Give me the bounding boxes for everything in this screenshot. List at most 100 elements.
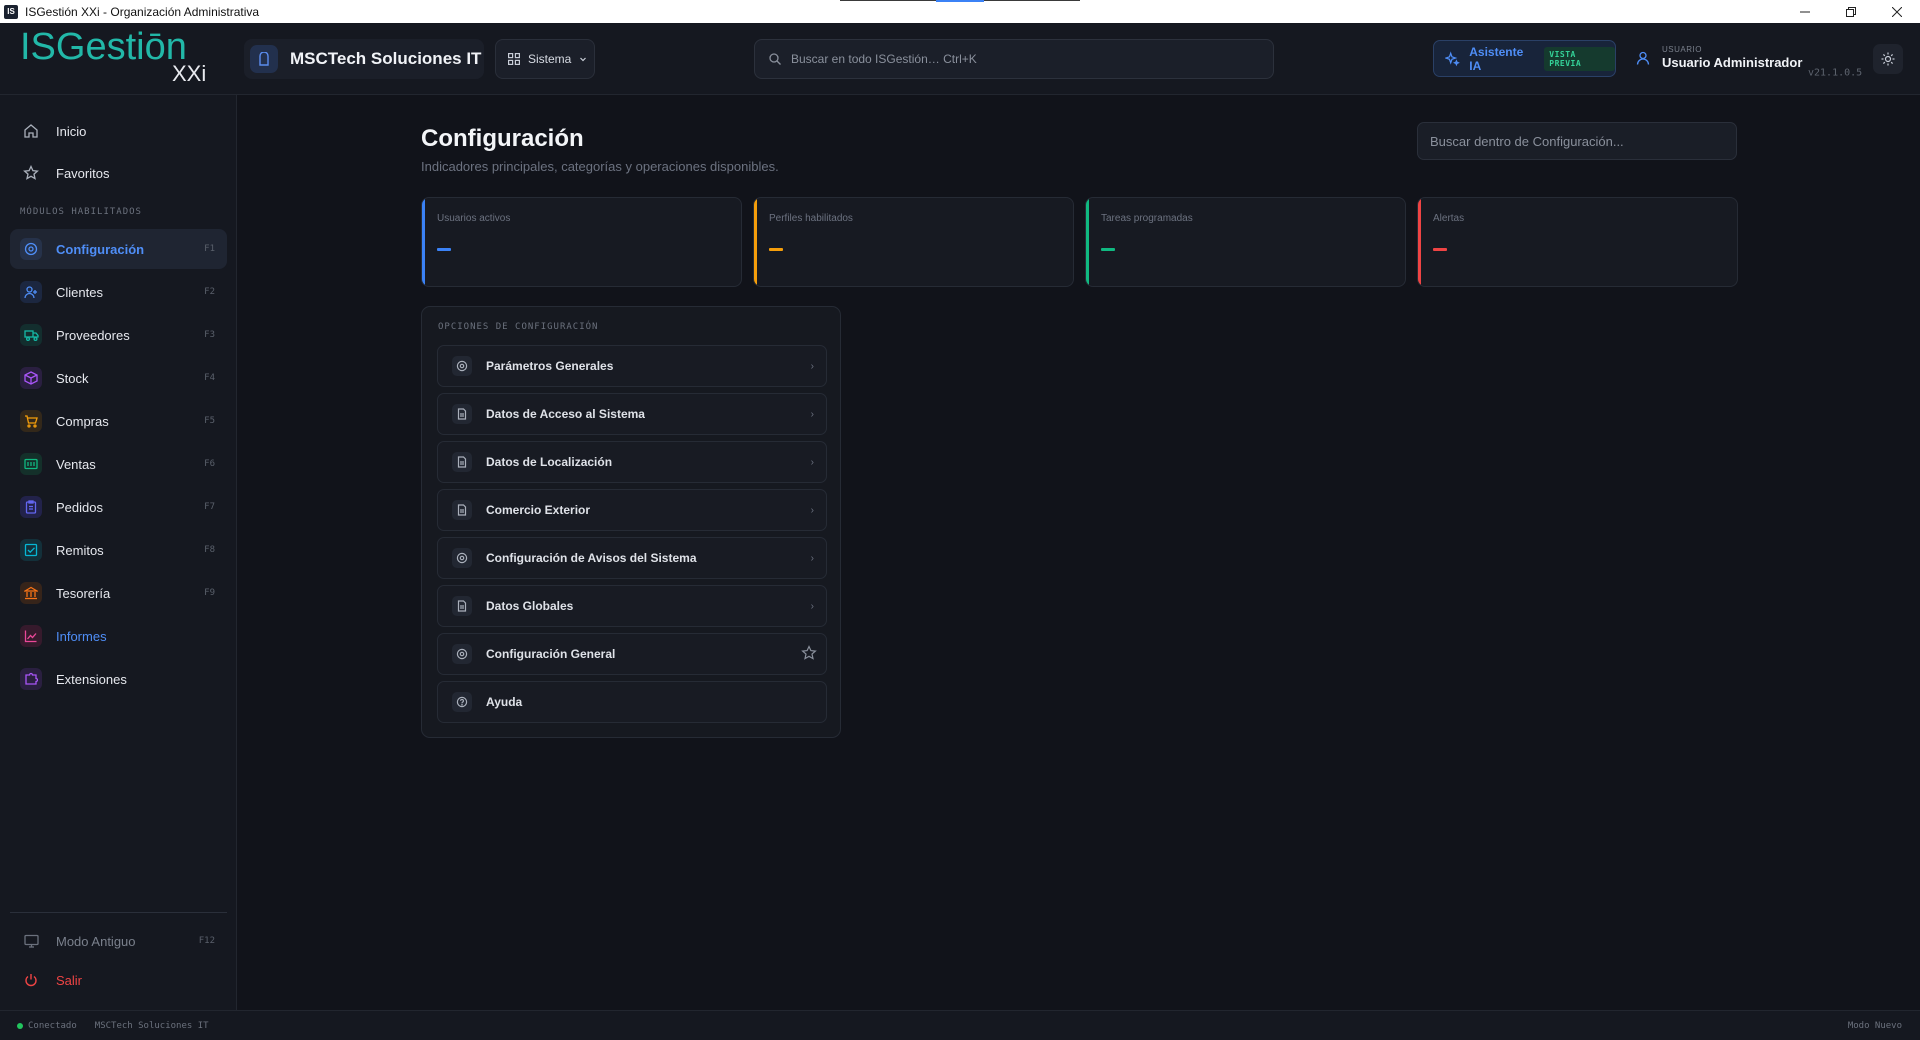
cart-icon	[20, 410, 42, 432]
sidebar-item-label: Clientes	[56, 284, 103, 300]
ui-mode-indicator: Modo Nuevo	[1847, 1020, 1902, 1031]
sidebar-item-label: Stock	[56, 370, 89, 386]
sidebar-item-favoritos[interactable]: Favoritos	[10, 153, 227, 193]
sidebar-divider	[10, 912, 227, 913]
sun-icon	[1881, 52, 1895, 66]
sidebar-item-label: Tesorería	[56, 585, 111, 601]
stat-card-alerts: Alertas	[1417, 197, 1738, 287]
option-label: Configuración de Avisos del Sistema	[486, 551, 697, 565]
user-icon	[1636, 51, 1650, 65]
user-add-icon	[20, 281, 42, 303]
stat-label: Alertas	[1433, 213, 1465, 224]
logout-label: Salir	[56, 972, 83, 988]
global-search-placeholder: Buscar en todo ISGestión… Ctrl+K	[791, 52, 977, 66]
global-search-input[interactable]: Buscar en todo ISGestión… Ctrl+K	[754, 39, 1274, 79]
sidebar-item-tesoreria[interactable]: Tesorería F9	[10, 573, 227, 613]
option-general-configuration[interactable]: Configuración General	[437, 633, 827, 675]
sidebar-item-pedidos[interactable]: Pedidos F7	[10, 487, 227, 527]
stat-accent-bar	[1086, 198, 1089, 286]
option-system-alerts-config[interactable]: Configuración de Avisos del Sistema ›	[437, 537, 827, 579]
sidebar-item-extensiones[interactable]: Extensiones	[10, 659, 227, 699]
sidebar-item-label: Proveedores	[56, 327, 130, 343]
system-menu-button[interactable]: Sistema	[495, 39, 595, 79]
logout-button[interactable]: Salir	[10, 960, 227, 1000]
clipboard-icon	[20, 496, 42, 518]
legacy-mode-button[interactable]: Modo Antiguo F12	[10, 921, 227, 961]
stat-accent-bar	[422, 198, 425, 286]
titlebar-accent	[936, 0, 984, 2]
sidebar-item-label: Pedidos	[56, 499, 103, 515]
ai-assistant-button[interactable]: Asistente IA VISTA PREVIA	[1433, 40, 1616, 77]
option-system-access-data[interactable]: Datos de Acceso al Sistema ›	[437, 393, 827, 435]
sidebar-item-configuracion[interactable]: Configuración F1	[10, 229, 227, 269]
user-menu[interactable]: USUARIO Usuario Administrador	[1636, 45, 1802, 70]
document-icon	[452, 596, 472, 616]
page-title: Configuración	[421, 125, 584, 152]
sidebar-item-stock[interactable]: Stock F4	[10, 358, 227, 398]
stat-value-placeholder	[769, 248, 783, 251]
sidebar-item-label: Informes	[56, 628, 107, 644]
app-version: v21.1.0.5	[1808, 67, 1863, 79]
close-icon	[1892, 6, 1902, 17]
sidebar-item-label: Configuración	[56, 241, 145, 257]
help-icon	[452, 692, 472, 712]
search-icon	[769, 53, 781, 65]
shortcut-key: F12	[198, 936, 215, 946]
sidebar-item-proveedores[interactable]: Proveedores F3	[10, 315, 227, 355]
option-label: Datos Globales	[486, 599, 574, 613]
legacy-mode-label: Modo Antiguo	[56, 933, 136, 949]
sidebar-item-informes[interactable]: Informes	[10, 616, 227, 656]
minimize-button[interactable]	[1782, 0, 1828, 23]
sidebar-item-label: Ventas	[56, 456, 96, 472]
section-search-placeholder: Buscar dentro de Configuración...	[1430, 133, 1624, 149]
check-square-icon	[20, 539, 42, 561]
star-icon	[20, 162, 42, 184]
shortcut-key: F6	[204, 459, 215, 469]
status-organization: MSCTech Soluciones IT	[94, 1020, 209, 1031]
shortcut-key: F7	[204, 502, 215, 512]
monitor-icon	[20, 930, 42, 952]
option-localization-data[interactable]: Datos de Localización ›	[437, 441, 827, 483]
settings-icon	[452, 644, 472, 664]
window-controls	[1782, 0, 1920, 23]
option-label: Comercio Exterior	[486, 503, 591, 517]
sparkle-icon	[1445, 50, 1460, 66]
theme-toggle-button[interactable]	[1873, 44, 1903, 74]
stat-card-scheduled-tasks: Tareas programadas	[1085, 197, 1406, 287]
option-foreign-trade[interactable]: Comercio Exterior ›	[437, 489, 827, 531]
logo-subtext: XXi	[172, 61, 206, 86]
stat-accent-bar	[754, 198, 757, 286]
status-bar: Conectado MSCTech Soluciones IT Modo Nue…	[0, 1010, 1920, 1040]
user-name: Usuario Administrador	[1662, 55, 1803, 70]
option-label: Configuración General	[486, 647, 616, 661]
shortcut-key: F8	[204, 545, 215, 555]
shortcut-key: F1	[204, 244, 215, 254]
option-general-parameters[interactable]: Parámetros Generales ›	[437, 345, 827, 387]
stat-card-enabled-profiles: Perfiles habilitados	[753, 197, 1074, 287]
sales-icon	[20, 453, 42, 475]
options-section-title: OPCIONES DE CONFIGURACIÓN	[438, 322, 599, 332]
restore-button[interactable]	[1828, 0, 1874, 23]
app-icon: IS	[4, 4, 18, 19]
minimize-icon	[1800, 11, 1810, 12]
sidebar-item-ventas[interactable]: Ventas F6	[10, 444, 227, 484]
option-global-data[interactable]: Datos Globales ›	[437, 585, 827, 627]
sidebar-item-remitos[interactable]: Remitos F8	[10, 530, 227, 570]
sidebar-item-label: Favoritos	[56, 165, 110, 181]
stat-accent-bar	[1418, 198, 1421, 286]
sidebar: Inicio Favoritos MÓDULOS HABILITADOS Con…	[0, 95, 237, 1010]
sidebar-item-inicio[interactable]: Inicio	[10, 111, 227, 151]
close-button[interactable]	[1874, 0, 1920, 23]
section-search-input[interactable]: Buscar dentro de Configuración...	[1417, 122, 1737, 160]
app-logo[interactable]: ISGestiōn XXi	[20, 26, 220, 89]
shortcut-key: F9	[204, 588, 215, 598]
organization-selector[interactable]: MSCTech Soluciones IT	[244, 39, 484, 79]
sidebar-item-clientes[interactable]: Clientes F2	[10, 272, 227, 312]
connection-status: Conectado	[28, 1020, 77, 1031]
option-help[interactable]: Ayuda	[437, 681, 827, 723]
favorite-star-icon[interactable]	[801, 645, 817, 666]
ai-assistant-label: Asistente IA	[1469, 44, 1524, 73]
sidebar-item-compras[interactable]: Compras F5	[10, 401, 227, 441]
settings-icon	[452, 356, 472, 376]
home-icon	[20, 120, 42, 142]
